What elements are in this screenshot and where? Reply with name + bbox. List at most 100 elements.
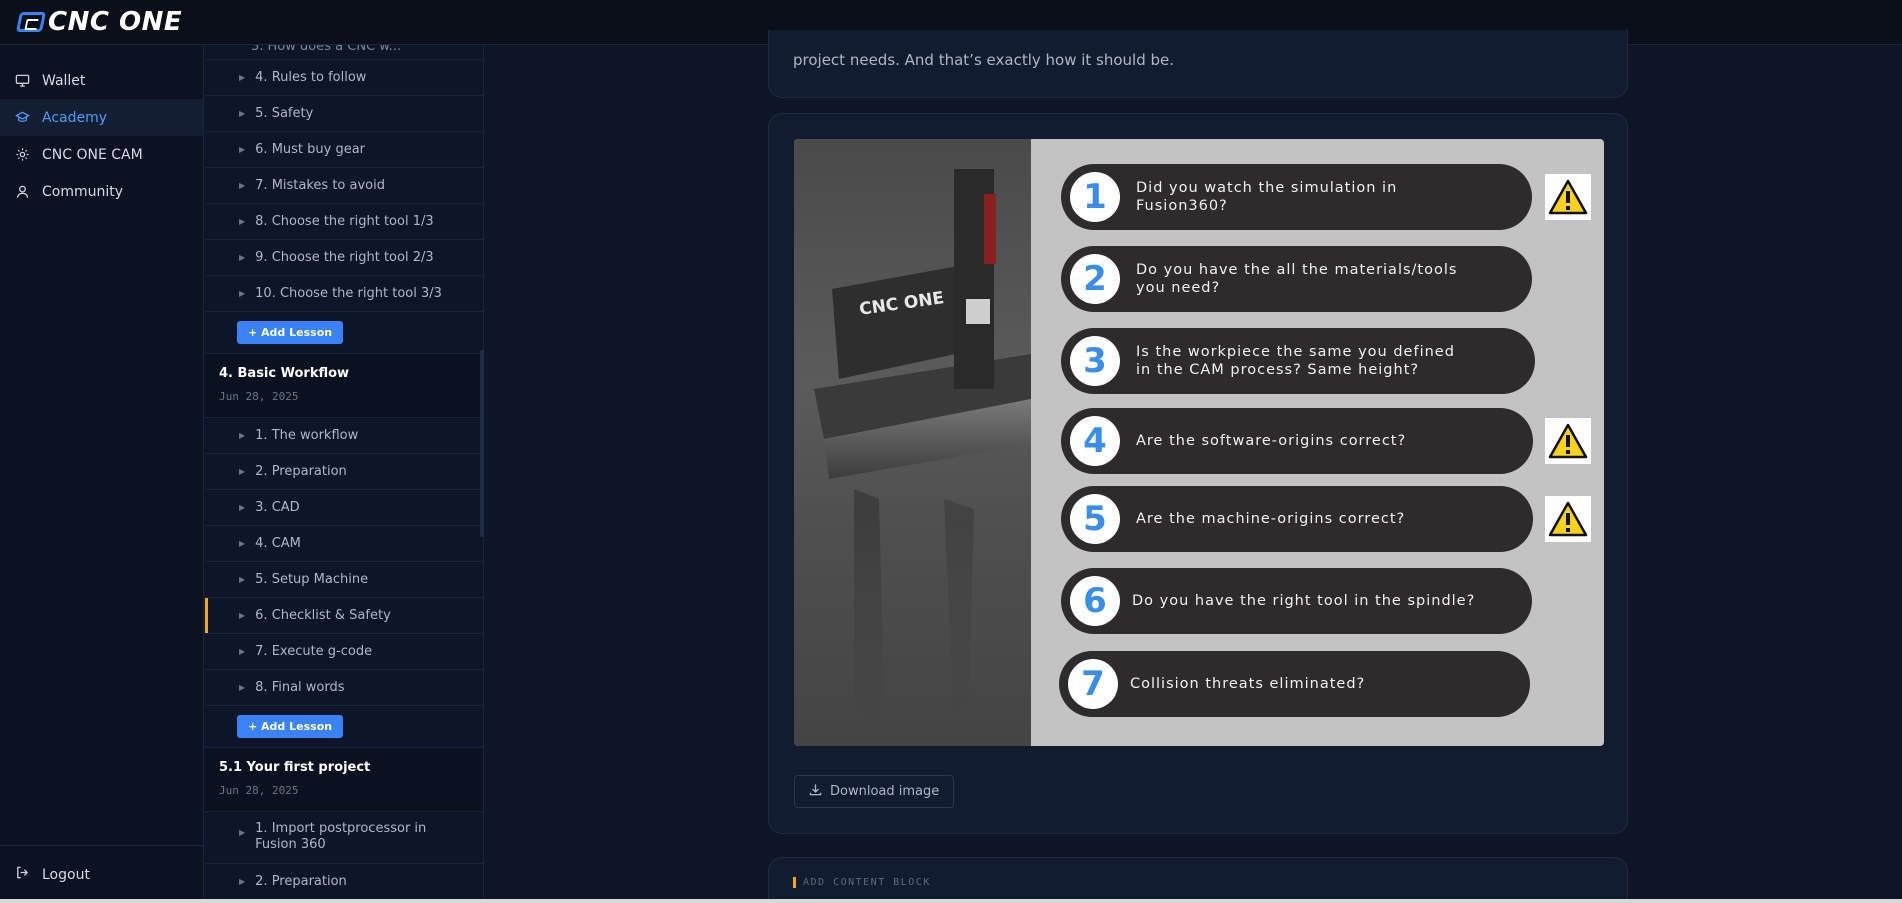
triangle-right-icon: ▶ [239, 431, 246, 440]
checklist-item: 1 Did you watch the simulation in Fusion3… [1061, 164, 1532, 230]
step-number: 5 [1070, 494, 1120, 544]
triangle-right-icon: ▶ [239, 109, 246, 118]
triangle-right-icon: ▶ [239, 611, 246, 620]
nav-item-cnc-one-cam[interactable]: CNC ONE CAM [0, 136, 203, 173]
checklist-text: Do you have the right tool in the spindl… [1132, 593, 1476, 609]
add-lesson-row: + Add Lesson [205, 312, 483, 354]
step-number: 2 [1070, 254, 1120, 304]
triangle-right-icon: ▶ [239, 73, 246, 82]
chapter-title: 5.1 Your first project [219, 760, 371, 775]
triangle-right-icon: ▶ [239, 217, 246, 226]
triangle-right-icon: ▶ [239, 253, 246, 262]
lesson-item[interactable]: ▶ 4. CAM [205, 526, 483, 562]
lesson-item[interactable]: ▶ 5. Safety [205, 96, 483, 132]
graduation-cap-icon [15, 110, 30, 125]
checklist-item: 7 Collision threats eliminated? [1059, 651, 1530, 717]
lesson-item[interactable]: ▶ 2. Preparation [205, 454, 483, 490]
nav-item-community[interactable]: Community [0, 173, 203, 210]
logo-text: CNC ONE [48, 7, 183, 37]
lesson-sidebar[interactable]: 3. How does a CNC w... ▶ 4. Rules to foll… [205, 45, 484, 903]
warning-icon [1545, 496, 1591, 542]
triangle-right-icon: ▶ [239, 181, 246, 190]
add-lesson-row: + Add Lesson [205, 706, 483, 748]
logout-label: Logout [42, 866, 90, 883]
nav-item-academy[interactable]: Academy [0, 99, 203, 136]
checklist-item: 6 Do you have the right tool in the spin… [1061, 568, 1532, 634]
download-label: Download image [830, 784, 940, 799]
lesson-item[interactable]: ▶ 1. Import postprocessor in Fusion 360 [205, 812, 483, 864]
triangle-right-icon: ▶ [239, 503, 246, 512]
download-icon [809, 783, 822, 800]
bottom-edge [0, 899, 1902, 903]
lesson-item[interactable]: ▶ 7. Execute g-code [205, 634, 483, 670]
chapter-date: Jun 28, 2025 [219, 784, 299, 797]
triangle-right-icon: ▶ [239, 289, 246, 298]
lesson-item[interactable]: ▶ 8. Final words [205, 670, 483, 706]
checklist-text: Do you have the all the materials/tools y… [1136, 262, 1458, 296]
add-lesson-button[interactable]: + Add Lesson [237, 715, 344, 738]
checklist-text: Are the software-origins correct? [1136, 433, 1407, 449]
cnc-machine-photo: CNC ONE [794, 139, 1031, 746]
lesson-item[interactable]: ▶ 3. CAD [205, 490, 483, 526]
step-number: 3 [1070, 336, 1120, 386]
add-lesson-button[interactable]: + Add Lesson [237, 321, 344, 344]
add-content-block-label: ADD CONTENT BLOCK [793, 877, 931, 888]
triangle-right-icon: ▶ [239, 877, 246, 886]
download-image-button[interactable]: Download image [794, 775, 955, 808]
checklist-item: 3 Is the workpiece the same you defined i… [1061, 328, 1535, 394]
logout-icon [15, 865, 30, 884]
checklist-text: Are the machine-origins correct? [1136, 511, 1406, 527]
logo-mark-icon [15, 12, 47, 32]
user-icon [15, 184, 30, 199]
chapter-header[interactable]: 5.1 Your first project Jun 28, 2025 [205, 748, 483, 812]
text-content-block: project needs. And that’s exactly how it… [768, 30, 1628, 98]
lesson-item[interactable]: 3. How does a CNC w... [205, 45, 483, 60]
checklist-item: 5 Are the machine-origins correct? [1061, 486, 1533, 552]
step-number: 4 [1070, 416, 1120, 466]
cnc-machine-illustration [794, 169, 1031, 746]
image-content-block: CNC ONE 1 Did you watch the simulation i… [768, 113, 1628, 834]
monitor-icon [15, 73, 30, 88]
lesson-item[interactable]: ▶ 8. Choose the right tool 1/3 [205, 204, 483, 240]
lesson-item[interactable]: ▶ 2. Preparation [205, 864, 483, 900]
triangle-right-icon: ▶ [239, 539, 246, 548]
checklist-text: Did you watch the simulation in Fusion360… [1136, 180, 1398, 214]
sun-gear-icon [15, 147, 30, 162]
lesson-item[interactable]: ▶ 6. Must buy gear [205, 132, 483, 168]
nav-label: Academy [42, 109, 108, 126]
chapter-header[interactable]: 4. Basic Workflow Jun 28, 2025 [205, 354, 483, 418]
lesson-item[interactable]: ▶ 4. Rules to follow [205, 60, 483, 96]
triangle-right-icon: ▶ [239, 828, 246, 837]
checklist-item: 2 Do you have the all the materials/tool… [1061, 246, 1532, 312]
lesson-scrollbar[interactable] [480, 350, 484, 537]
lesson-item[interactable]: ▶ 7. Mistakes to avoid [205, 168, 483, 204]
lesson-item[interactable]: ▶ 10. Choose the right tool 3/3 [205, 276, 483, 312]
checklist-image: CNC ONE 1 Did you watch the simulation i… [794, 139, 1604, 746]
triangle-right-icon: ▶ [239, 683, 246, 692]
step-number: 7 [1068, 659, 1118, 709]
triangle-right-icon: ▶ [239, 575, 246, 584]
lesson-item-current[interactable]: ▶ 6. Checklist & Safety [205, 598, 483, 634]
triangle-right-icon: ▶ [239, 467, 246, 476]
paragraph-text: project needs. And that’s exactly how it… [793, 51, 1175, 69]
add-content-block[interactable]: ADD CONTENT BLOCK [768, 857, 1628, 903]
nav-label: Wallet [42, 72, 86, 89]
lesson-item[interactable]: ▶ 5. Setup Machine [205, 562, 483, 598]
chapter-date: Jun 28, 2025 [219, 390, 299, 403]
step-number: 1 [1070, 172, 1120, 222]
nav-item-wallet[interactable]: Wallet [0, 62, 203, 99]
warning-icon [1545, 418, 1591, 464]
logout-button[interactable]: Logout [0, 845, 204, 903]
checklist-text: Collision threats eliminated? [1130, 676, 1366, 692]
step-number: 6 [1070, 576, 1120, 626]
left-nav: Wallet Academy CNC ONE CAM Community Log… [0, 45, 204, 903]
nav-label: Community [42, 183, 124, 200]
triangle-right-icon: ▶ [239, 647, 246, 656]
nav-label: CNC ONE CAM [42, 146, 143, 163]
checklist-text: Is the workpiece the same you defined in … [1136, 344, 1455, 378]
triangle-right-icon: ▶ [239, 145, 246, 154]
app-logo[interactable]: CNC ONE [15, 7, 183, 37]
lesson-item[interactable]: ▶ 9. Choose the right tool 2/3 [205, 240, 483, 276]
lesson-item[interactable]: ▶ 1. The workflow [205, 418, 483, 454]
warning-icon [1545, 174, 1591, 220]
